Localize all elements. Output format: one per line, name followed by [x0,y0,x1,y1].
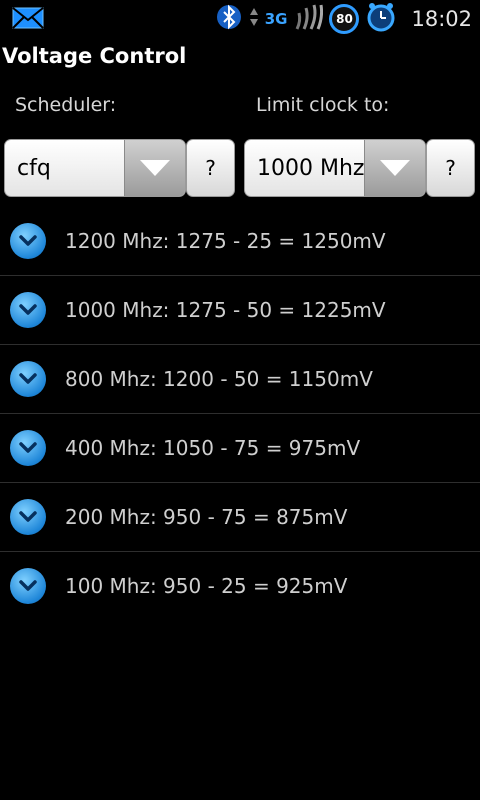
expand-chevron-icon[interactable] [10,361,46,397]
voltage-list: 1200 Mhz: 1275 - 25 = 1250mV 1000 Mhz: 1… [0,207,480,620]
chevron-down-icon [364,140,425,196]
alarm-clock-icon [365,1,397,37]
bluetooth-icon [215,3,243,35]
mail-icon [12,6,44,34]
expand-chevron-icon[interactable] [10,430,46,466]
voltage-entry: 1200 Mhz: 1275 - 25 = 1250mV [65,229,386,253]
expand-chevron-icon[interactable] [10,223,46,259]
network-type: 3G [264,10,288,28]
voltage-entry: 800 Mhz: 1200 - 50 = 1150mV [65,367,373,391]
battery-icon: 80 [329,4,360,34]
limit-clock-help-button[interactable]: ? [426,139,475,197]
list-item[interactable]: 800 Mhz: 1200 - 50 = 1150mV [0,345,480,414]
chevron-down-icon [124,140,185,196]
list-item[interactable]: 100 Mhz: 950 - 25 = 925mV [0,552,480,620]
expand-chevron-icon[interactable] [10,568,46,604]
limit-clock-spinner[interactable]: 1000 Mhz [244,139,426,197]
app-title: Voltage Control [2,44,187,68]
data-arrows-icon [249,7,259,31]
battery-level: 80 [336,12,353,26]
list-item[interactable]: 1200 Mhz: 1275 - 25 = 1250mV [0,207,480,276]
scheduler-label: Scheduler: [15,94,117,116]
scheduler-help-button[interactable]: ? [186,139,235,197]
scheduler-value: cfq [17,156,51,181]
voltage-entry: 1000 Mhz: 1275 - 50 = 1225mV [65,298,386,322]
list-item[interactable]: 400 Mhz: 1050 - 75 = 975mV [0,414,480,483]
limit-clock-value: 1000 Mhz [257,156,365,181]
voltage-entry: 200 Mhz: 950 - 75 = 875mV [65,505,348,529]
limit-clock-label: Limit clock to: [256,94,390,116]
status-bar: 3G 80 18:02 [0,0,480,38]
clock-time: 18:02 [411,7,472,31]
expand-chevron-icon[interactable] [10,499,46,535]
signal-icon [293,3,324,35]
expand-chevron-icon[interactable] [10,292,46,328]
list-item[interactable]: 1000 Mhz: 1275 - 50 = 1225mV [0,276,480,345]
voltage-entry: 100 Mhz: 950 - 25 = 925mV [65,574,348,598]
list-item[interactable]: 200 Mhz: 950 - 75 = 875mV [0,483,480,552]
scheduler-spinner[interactable]: cfq [4,139,186,197]
voltage-entry: 400 Mhz: 1050 - 75 = 975mV [65,436,361,460]
